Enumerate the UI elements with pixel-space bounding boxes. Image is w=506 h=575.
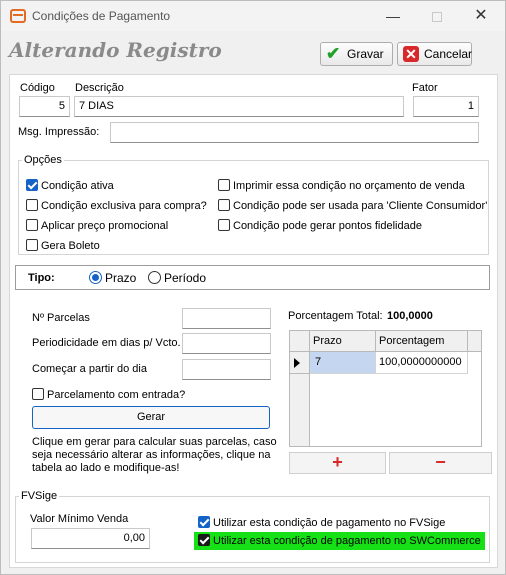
checkbox-label: Condição exclusiva para compra?	[41, 200, 207, 212]
checkbox-parcelamento-entrada[interactable]: Parcelamento com entrada?	[32, 388, 185, 402]
checkbox-condicao-ativa[interactable]: Condição ativa	[26, 179, 114, 193]
checkbox-label: Utilizar esta condição de pagamento no F…	[213, 517, 446, 529]
checkbox-label: Parcelamento com entrada?	[47, 389, 186, 401]
save-button[interactable]: ✔ Gravar	[320, 42, 393, 66]
checkbox-cliente-consumidor[interactable]: Condição pode ser usada para 'Cliente Co…	[218, 199, 487, 213]
checkbox-pontos-fidelidade[interactable]: Condição pode gerar pontos fidelidade	[218, 219, 422, 233]
parcelas-table[interactable]: Prazo Porcentagem 7 100,0000000000	[289, 330, 482, 447]
periodicidade-label: Periodicidade em dias p/ Vcto.	[32, 337, 181, 349]
maximize-button[interactable]	[415, 1, 459, 31]
table-corner	[290, 331, 310, 352]
maximize-icon	[432, 12, 442, 23]
fvsige-title: FVSige	[19, 490, 60, 502]
msg-impressao-label: Msg. Impressão:	[18, 126, 100, 138]
valor-minimo-label: Valor Mínimo Venda	[30, 513, 129, 525]
payment-conditions-window: Condições de Pagamento — ✕ Alterando Reg…	[0, 0, 506, 575]
fator-field[interactable]: 1	[413, 96, 479, 117]
descricao-label: Descrição	[75, 82, 124, 94]
save-button-label: Gravar	[347, 47, 384, 61]
row-indicator-empty	[290, 374, 310, 446]
help-text: Clique em gerar para calcular suas parce…	[32, 436, 277, 474]
checkbox-label: Gera Boleto	[41, 240, 100, 252]
radio-label: Período	[164, 271, 207, 285]
title-bar: Condições de Pagamento — ✕	[1, 1, 505, 31]
radio-unselected-icon	[148, 271, 161, 284]
column-header-filler	[468, 331, 481, 352]
msg-impressao-field[interactable]	[110, 122, 479, 143]
checkbox-label: Condição pode gerar pontos fidelidade	[233, 220, 422, 232]
porcentagem-total-value: 100,0000	[387, 310, 433, 322]
num-parcelas-field[interactable]	[182, 308, 271, 329]
checkbox-checked-icon	[198, 516, 210, 528]
codigo-label: Código	[20, 82, 55, 94]
checkbox-exclusiva-compra[interactable]: Condição exclusiva para compra?	[26, 199, 207, 213]
main-panel: Código 5 Descrição 7 DIAS Fator 1 Msg. I…	[9, 74, 498, 568]
opcoes-group: Opções Condição ativa Condição exclusiva…	[18, 154, 489, 255]
cancel-button-label: Cancelar	[424, 47, 473, 61]
window-title: Condições de Pagamento	[32, 9, 171, 23]
page-title: Alterando Registro	[9, 38, 222, 62]
tipo-bar: Tipo: Prazo Período	[15, 265, 490, 290]
tipo-label: Tipo:	[28, 272, 55, 284]
checkbox-label: Condição pode ser usada para 'Cliente Co…	[233, 200, 488, 212]
checkbox-unchecked-icon	[218, 199, 230, 211]
checkmark-icon: ✔	[326, 44, 341, 63]
cancel-button[interactable]: ✕ Cancelar	[397, 42, 472, 66]
radio-prazo[interactable]: Prazo	[89, 271, 136, 285]
table-cell-prazo[interactable]: 7	[310, 352, 376, 374]
close-button[interactable]: ✕	[459, 1, 503, 31]
checkbox-checked-icon	[198, 534, 210, 546]
checkbox-label: Imprimir essa condição no orçamento de v…	[233, 180, 465, 192]
valor-minimo-field[interactable]: 0,00	[31, 528, 150, 549]
radio-label: Prazo	[105, 271, 137, 285]
column-header-prazo[interactable]: Prazo	[310, 331, 376, 352]
checkbox-unchecked-icon	[218, 179, 230, 191]
num-parcelas-label: Nº Parcelas	[32, 312, 90, 324]
radio-periodo[interactable]: Período	[148, 271, 206, 285]
row-pointer-icon	[294, 358, 300, 368]
checkbox-imprimir-orcamento[interactable]: Imprimir essa condição no orçamento de v…	[218, 179, 465, 193]
add-row-button[interactable]: +	[289, 452, 386, 474]
checkbox-label: Condição ativa	[41, 180, 114, 192]
app-icon	[10, 9, 26, 23]
minimize-button[interactable]: —	[371, 1, 415, 31]
comecar-dia-label: Começar a partir do dia	[32, 363, 147, 375]
checkbox-unchecked-icon	[26, 219, 38, 231]
radio-selected-icon	[89, 271, 102, 284]
checkbox-label: Utilizar esta condição de pagamento no S…	[213, 535, 481, 547]
checkbox-utilizar-fvsige[interactable]: Utilizar esta condição de pagamento no F…	[198, 516, 445, 530]
checkbox-utilizar-swcommerce[interactable]: Utilizar esta condição de pagamento no S…	[194, 532, 485, 550]
periodicidade-field[interactable]	[182, 333, 271, 354]
checkbox-checked-icon	[26, 179, 38, 191]
gerar-button[interactable]: Gerar	[32, 406, 270, 429]
table-cell-porcentagem[interactable]: 100,0000000000	[376, 352, 468, 374]
remove-row-button[interactable]: −	[389, 452, 492, 474]
checkbox-unchecked-icon	[218, 219, 230, 231]
descricao-field[interactable]: 7 DIAS	[74, 96, 404, 117]
column-header-porcentagem[interactable]: Porcentagem	[376, 331, 468, 352]
checkbox-unchecked-icon	[32, 388, 44, 400]
checkbox-label: Aplicar preço promocional	[41, 220, 169, 232]
cancel-x-icon: ✕	[403, 46, 419, 62]
opcoes-title: Opções	[22, 154, 64, 166]
porcentagem-total-label: Porcentagem Total:	[288, 310, 383, 322]
row-indicator[interactable]	[290, 352, 310, 374]
comecar-dia-field[interactable]	[182, 359, 271, 380]
fator-label: Fator	[412, 82, 438, 94]
checkbox-unchecked-icon	[26, 199, 38, 211]
checkbox-preco-promocional[interactable]: Aplicar preço promocional	[26, 219, 168, 233]
checkbox-unchecked-icon	[26, 239, 38, 251]
checkbox-gera-boleto[interactable]: Gera Boleto	[26, 239, 100, 253]
codigo-field[interactable]: 5	[19, 96, 70, 117]
fvsige-group: FVSige Valor Mínimo Venda 0,00 Utilizar …	[15, 490, 490, 563]
